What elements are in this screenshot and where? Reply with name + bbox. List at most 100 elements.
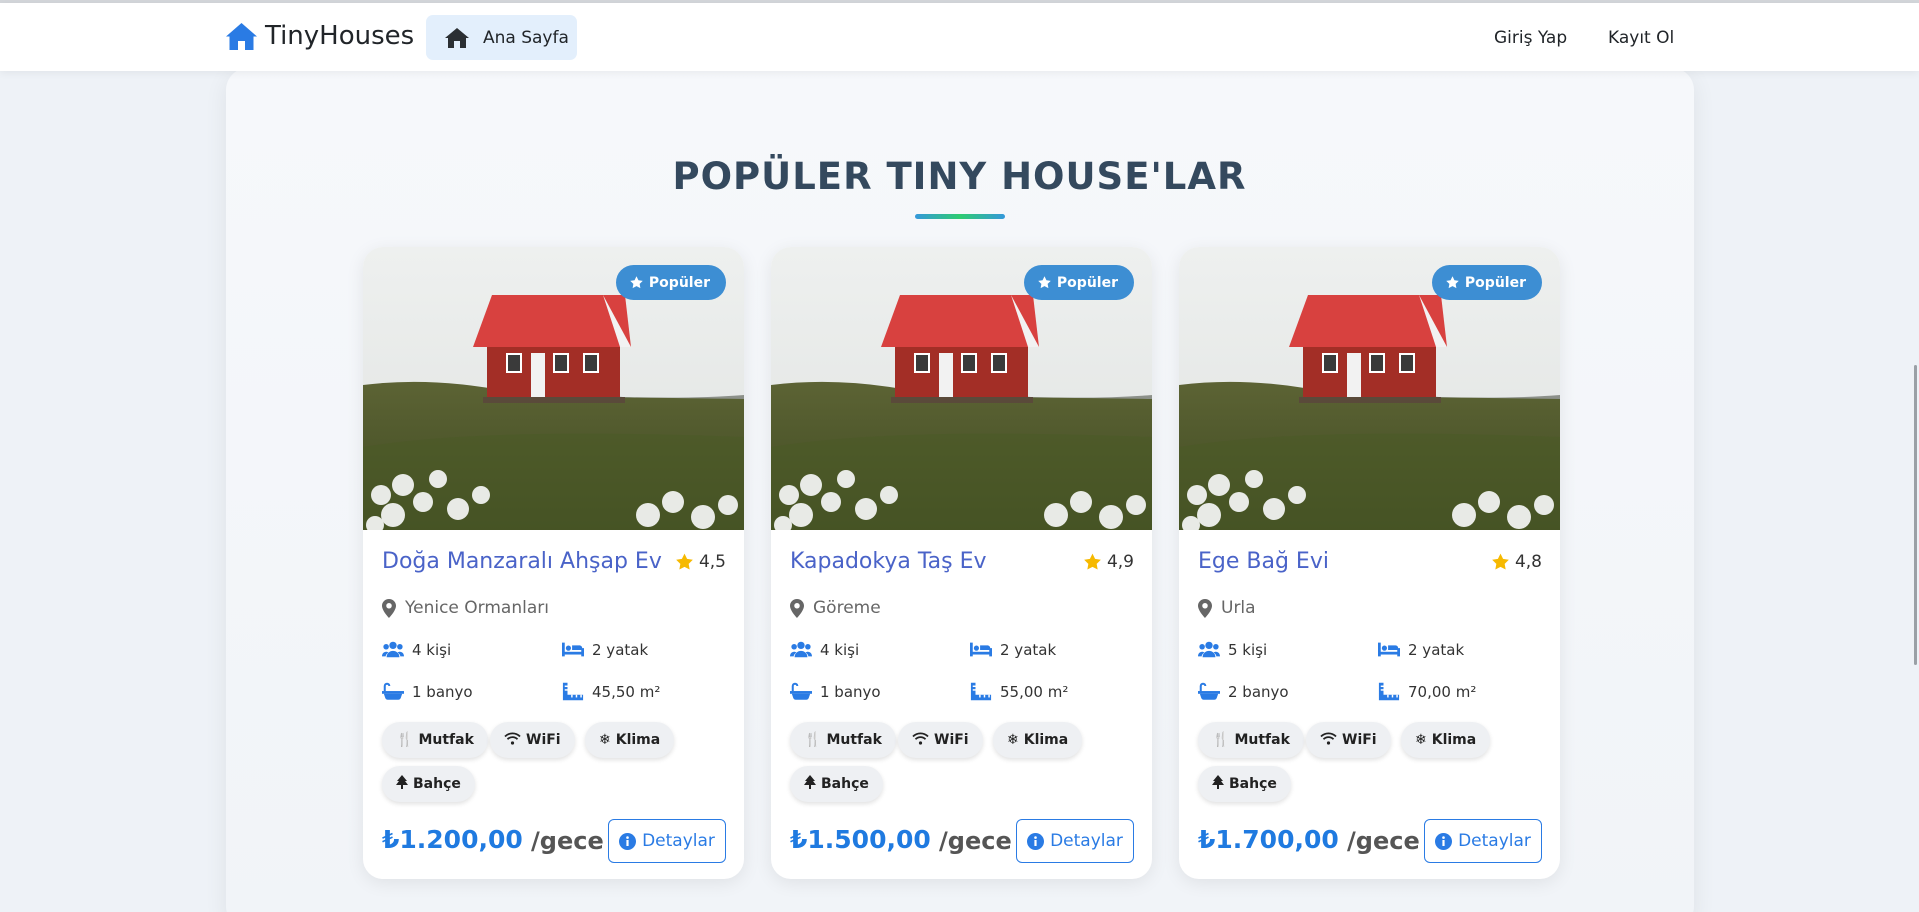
brand-link[interactable]: TinyHouses (225, 21, 414, 51)
star-icon (1038, 276, 1051, 289)
amenity-label: Bahçe (413, 776, 461, 792)
baths-label: 1 banyo (412, 682, 473, 701)
amenity-chip-garden: Bahçe (790, 766, 883, 802)
beds-label: 2 yatak (592, 640, 649, 659)
location: Göreme (790, 598, 881, 618)
house-title[interactable]: Doğa Manzaralı Ahşap Ev (382, 549, 662, 574)
bed-icon (1378, 642, 1400, 657)
rating: 4,9 (1082, 552, 1134, 572)
title-underline (915, 214, 1005, 219)
guests: 4 kişi (382, 640, 451, 659)
house-title[interactable]: Ege Bağ Evi (1198, 549, 1329, 574)
guests: 4 kişi (790, 640, 859, 659)
ruler-icon (1378, 682, 1400, 701)
wifi-icon (504, 732, 521, 749)
rating-value: 4,5 (698, 552, 726, 572)
tree-icon (804, 775, 816, 793)
house-title[interactable]: Kapadokya Taş Ev (790, 549, 987, 574)
house-card-3[interactable]: Popüler Ege Bağ Evi 4,8 Urla 5 kişi 2 ya… (1179, 247, 1560, 879)
map-marker-icon (1198, 598, 1212, 618)
star-icon (1492, 553, 1509, 570)
map-marker-icon (790, 598, 804, 618)
price-unit: /gece (939, 827, 1012, 855)
amenity-label: Mutfak (826, 732, 882, 748)
popular-badge: Popüler (1023, 265, 1134, 300)
amenity-label: Bahçe (821, 776, 869, 792)
baths-label: 2 banyo (1228, 682, 1289, 701)
tree-icon (1212, 775, 1224, 793)
price: ₺1.200,00 (382, 825, 523, 854)
amenity-label: WiFi (1342, 732, 1377, 748)
bed-icon (562, 642, 584, 657)
beds: 2 yatak (1378, 640, 1464, 659)
home-icon (445, 27, 469, 48)
nav-home-label: Ana Sayfa (483, 27, 569, 48)
info-circle-icon (619, 832, 637, 850)
beds: 2 yatak (562, 640, 648, 659)
rating: 4,8 (1490, 552, 1542, 572)
star-icon (676, 553, 693, 570)
popular-badge: Popüler (1431, 265, 1542, 300)
amenity-chip-ac: ❄ Klima (585, 722, 675, 758)
amenity-label: Klima (1431, 732, 1477, 748)
location-label: Urla (1221, 598, 1256, 618)
bath-icon (1198, 682, 1220, 700)
wifi-icon (1320, 732, 1337, 749)
details-button[interactable]: Detaylar (1424, 819, 1542, 863)
tree-icon (396, 775, 408, 793)
rating: 4,5 (674, 552, 726, 572)
utensils-icon: 🍴 (804, 732, 822, 748)
guests-label: 4 kişi (412, 640, 452, 659)
amenity-label: WiFi (526, 732, 561, 748)
map-marker-icon (382, 598, 396, 618)
ruler-icon (970, 682, 992, 701)
navbar: TinyHouses Ana Sayfa Giriş Yap Kayıt Ol (0, 3, 1919, 71)
badge-label: Popüler (1464, 274, 1526, 291)
amenity-label: Klima (615, 732, 661, 748)
scrollbar-thumb[interactable] (1914, 365, 1917, 665)
utensils-icon: 🍴 (1212, 732, 1230, 748)
price-unit: /gece (1347, 827, 1420, 855)
register-link[interactable]: Kayıt Ol (1608, 28, 1674, 48)
details-button[interactable]: Detaylar (1016, 819, 1134, 863)
bath-icon (382, 682, 404, 700)
details-label: Detaylar (1458, 831, 1531, 851)
area: 55,00 m² (970, 682, 1068, 701)
area-label: 45,50 m² (592, 682, 661, 701)
wifi-icon (912, 732, 929, 749)
beds-label: 2 yatak (1408, 640, 1465, 659)
location: Yenice Ormanları (382, 598, 549, 618)
amenity-chip-kitchen: 🍴 Mutfak (790, 722, 896, 758)
ruler-icon (562, 682, 584, 701)
baths: 2 banyo (1198, 682, 1289, 701)
guests-label: 4 kişi (820, 640, 860, 659)
amenity-chip-garden: Bahçe (382, 766, 475, 802)
guests: 5 kişi (1198, 640, 1267, 659)
login-link[interactable]: Giriş Yap (1494, 28, 1567, 48)
beds-label: 2 yatak (1000, 640, 1057, 659)
price: ₺1.700,00 (1198, 825, 1339, 854)
amenity-chip-wifi: WiFi (490, 722, 575, 758)
badge-label: Popüler (648, 274, 710, 291)
area: 45,50 m² (562, 682, 660, 701)
house-icon (226, 22, 257, 50)
snowflake-icon: ❄ (599, 732, 611, 748)
amenity-label: Mutfak (1234, 732, 1290, 748)
price: ₺1.500,00 (790, 825, 931, 854)
baths: 1 banyo (790, 682, 881, 701)
utensils-icon: 🍴 (396, 732, 414, 748)
nav-home-link[interactable]: Ana Sayfa (426, 15, 577, 60)
house-card-2[interactable]: Popüler Kapadokya Taş Ev 4,9 Göreme 4 ki… (771, 247, 1152, 879)
details-button[interactable]: Detaylar (608, 819, 726, 863)
users-icon (382, 641, 404, 658)
house-card-1[interactable]: Popüler Doğa Manzaralı Ahşap Ev 4,5 Yeni… (363, 247, 744, 879)
baths: 1 banyo (382, 682, 473, 701)
amenity-label: WiFi (934, 732, 969, 748)
info-circle-icon (1435, 832, 1453, 850)
badge-label: Popüler (1056, 274, 1118, 291)
baths-label: 1 banyo (820, 682, 881, 701)
location-label: Yenice Ormanları (405, 598, 549, 618)
area: 70,00 m² (1378, 682, 1476, 701)
location: Urla (1198, 598, 1256, 618)
popular-badge: Popüler (615, 265, 726, 300)
